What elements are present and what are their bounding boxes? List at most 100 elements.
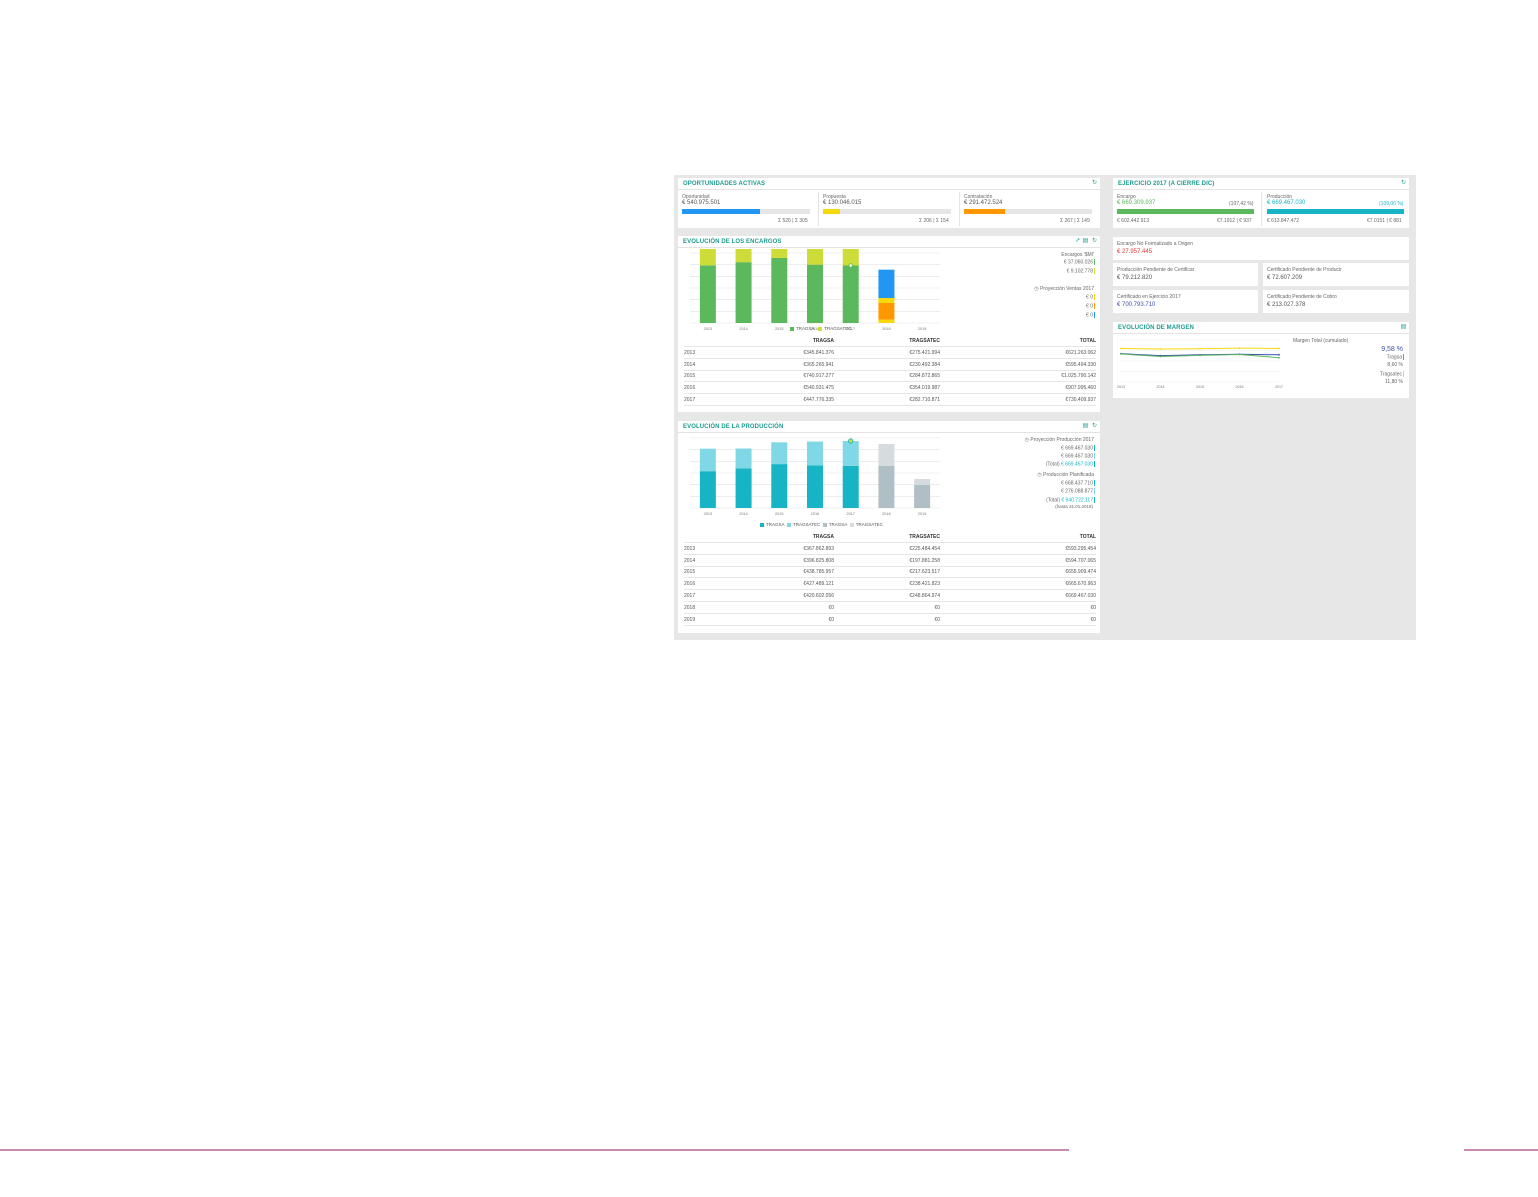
line-point	[1278, 353, 1280, 356]
bar-segment	[771, 442, 788, 465]
table-cell: €655.909.474	[1065, 569, 1096, 576]
margen-tragsa-value: 8,60 %	[1387, 362, 1403, 368]
table-row: 2014 €365.265.941 €230.492.384 €595.494.330	[684, 359, 1096, 371]
bar-segment	[914, 479, 931, 485]
card-value: € 700.793.710	[1117, 302, 1156, 308]
cert-pendiente-producir-card: Certificado Pendiente de Producir € 72.6…	[1263, 263, 1409, 286]
side-head-proyeccion: ◷ Proyección Producción 2017	[1024, 437, 1094, 443]
x-tick-label: 2013	[1117, 385, 1125, 389]
table-icon[interactable]: ▤	[1082, 423, 1089, 430]
bar-segment	[735, 249, 752, 263]
refresh-icon[interactable]: ↻	[1091, 238, 1098, 245]
bar-segment	[842, 441, 859, 466]
bar-segment	[807, 249, 823, 265]
encargos-panel: EVOLUCIÓN DE LOS ENCARGOS ↗ ▤ ↻ 2013 2014…	[678, 236, 1100, 412]
bar-segment	[807, 264, 823, 323]
table-cell: 2014	[684, 557, 696, 564]
table-cell: €740.917.277	[803, 373, 834, 380]
panel-title: EVOLUCIÓN DE LA PRODUCCIÓN	[683, 424, 784, 430]
table-cell: 2013	[684, 545, 696, 552]
line-point	[1238, 347, 1241, 350]
line-point	[1120, 347, 1122, 350]
margen-total: 9,58 %	[1381, 346, 1403, 353]
table-icon[interactable]: ▤	[1400, 324, 1407, 331]
side-value: € 669.467.030	[1061, 445, 1095, 452]
encargos-chart: 2013 2014 2015 2016 2017 2018 2019	[690, 249, 940, 331]
line-point	[1238, 353, 1241, 356]
table-icon[interactable]: ▤	[1082, 238, 1089, 245]
x-tick-label: 2016	[1236, 385, 1244, 389]
table-cell: TOTAL	[1079, 534, 1096, 540]
table-cell: €282.710.871	[909, 397, 940, 403]
table-row: 2016 €427.489.121 €238.421.823 €665.670.963	[684, 578, 1096, 591]
table-cell: €367.862.893	[803, 545, 834, 552]
legend-item[interactable]: TRAGSATEC	[849, 522, 883, 527]
table-cell: €438.785.957	[803, 569, 834, 576]
bar-segment	[699, 471, 716, 508]
produccion-panel: EVOLUCIÓN DE LA PRODUCCIÓN ▤ ↻ 2013 2014 2…	[678, 421, 1100, 633]
encargos-table: TRAGSA TRAGSATEC TOTAL 2013 €345.841.376 €275…	[684, 335, 1096, 407]
line-point	[1159, 355, 1162, 358]
cert-pendiente-cobro-card: Certificado Pendiente de Cobro € 213.027…	[1263, 290, 1409, 313]
table-cell: €669.467.030	[1065, 593, 1096, 599]
legend-item[interactable]: TRAGSA	[790, 326, 815, 331]
dashboard: OPORTUNIDADES ACTIVAS ↻ Oportunidad € 540…	[674, 175, 1416, 640]
bar-segment	[842, 465, 859, 508]
produccion-left: € 613.847.472	[1267, 218, 1299, 224]
produccion-chart: 2013 2014 2015 2016 2017 2018 2019	[690, 437, 940, 516]
table-cell: TRAGSA	[812, 338, 834, 344]
refresh-icon[interactable]: ↻	[1091, 423, 1098, 430]
table-row: 2013 €367.862.893 €225.484.454 €593.295.454	[684, 543, 1096, 555]
table-cell: TRAGSATEC	[909, 534, 940, 540]
bar-segment	[878, 303, 895, 320]
refresh-icon[interactable]: ↻	[1400, 180, 1407, 187]
x-tick-label: 2013	[704, 327, 712, 331]
table-cell: €420.602.056	[803, 593, 834, 599]
margen-chart: 2013 2014 2015 2016 2017	[1117, 339, 1283, 389]
footer-line	[0, 1149, 1069, 1151]
line-point	[1120, 353, 1122, 355]
bar-segment	[699, 448, 716, 472]
opp-counts: Σ 520 | Σ 305	[778, 218, 808, 224]
side-total: (Total) € 669.467.030	[1045, 461, 1095, 468]
table-cell: 2013	[684, 349, 696, 356]
hover-marker	[848, 263, 853, 268]
side-head-encargos: Encargos '$MI'	[1061, 252, 1094, 258]
table-cell: €907.995.460	[1065, 385, 1096, 392]
table-row: 2013 €345.841.376 €275.421.994 €621.263.062	[684, 347, 1096, 359]
x-tick-label: 2013	[704, 512, 712, 516]
produccion-bar	[1267, 209, 1404, 214]
legend-item[interactable]: TRAGSA	[760, 522, 785, 527]
table-row: 2016 €540.931.475 €354.019.987 €907.995.460	[684, 382, 1096, 395]
encargo-right: €7.1912 | € 937	[1217, 218, 1252, 224]
table-cell: €197.881.258	[909, 557, 940, 564]
table-cell: €0	[934, 604, 940, 611]
side-value: € 0	[1086, 294, 1095, 301]
margen-tragsa-label: Tragsa	[1386, 354, 1404, 361]
x-tick-label: 2015	[1196, 385, 1204, 389]
table-cell: €595.494.330	[1065, 361, 1096, 368]
table-cell: 2017	[684, 397, 696, 403]
line-point	[1199, 354, 1201, 357]
side-value: € 668.437.710	[1061, 480, 1095, 487]
table-cell: €248.864.974	[909, 593, 940, 599]
panel-title: EJERCICIO 2017 (A CIERRE DIC)	[1118, 181, 1215, 187]
table-cell: €275.421.994	[909, 349, 940, 356]
table-row: 2015 €438.785.957 €217.623.517 €655.909.474	[684, 566, 1096, 579]
refresh-icon[interactable]: ↻	[1091, 180, 1098, 187]
table-cell: 2019	[684, 616, 696, 623]
card-value: € 213.027.378	[1267, 302, 1306, 308]
legend-item[interactable]: TRAGSA	[822, 522, 847, 527]
table-cell: €354.019.987	[909, 385, 940, 392]
legend-item[interactable]: TRAGSATEC	[787, 522, 820, 527]
line-chart-icon[interactable]: ↗	[1074, 238, 1081, 245]
bar-segment	[699, 265, 716, 323]
table-row: 2019 €0 €0 €0	[684, 614, 1096, 626]
table-row: 2015 €740.917.277 €284.872.865 €1.025.790.1…	[684, 370, 1096, 383]
encargo-amount: € 669.309.937	[1117, 200, 1156, 206]
card-value: € 79.212.820	[1117, 275, 1153, 281]
legend-item[interactable]: TRAGSATEC	[818, 326, 851, 331]
table-cell: €230.492.384	[909, 361, 940, 368]
table-cell: 2015	[684, 569, 696, 576]
table-cell: €396.825.808	[803, 557, 834, 564]
